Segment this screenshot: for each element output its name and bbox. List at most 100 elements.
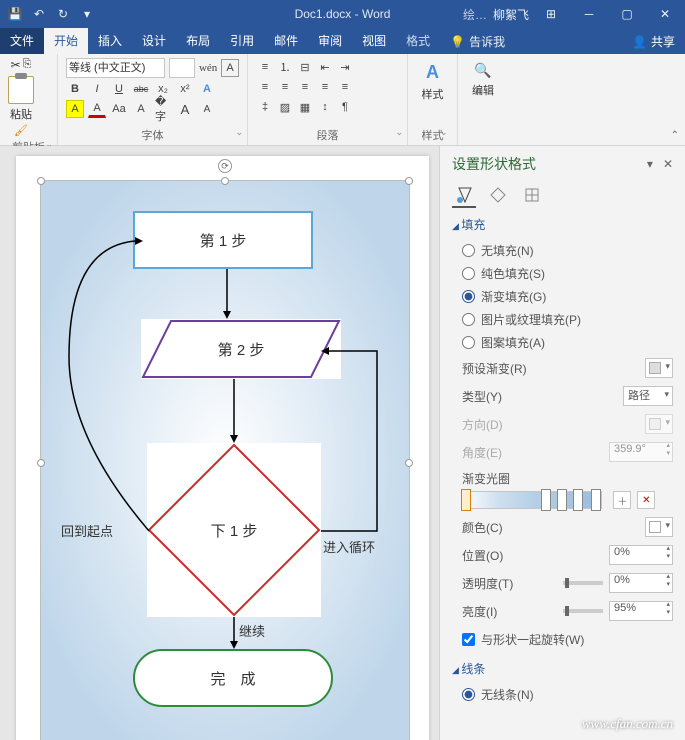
line-section-header[interactable]: 线条 <box>452 660 673 677</box>
show-marks-icon[interactable]: ¶ <box>336 98 354 116</box>
preset-gradient-picker[interactable] <box>645 358 673 378</box>
multilevel-icon[interactable]: ⊟ <box>296 58 314 76</box>
rotate-handle-icon[interactable]: ⟳ <box>218 159 232 173</box>
transparency-field[interactable]: 0% <box>609 573 673 593</box>
resize-handle[interactable] <box>37 177 45 185</box>
redo-icon[interactable]: ↻ <box>56 7 70 21</box>
brightness-field[interactable]: 95% <box>609 601 673 621</box>
fill-solid-radio[interactable]: 纯色填充(S) <box>452 262 673 285</box>
numbering-icon[interactable]: ⒈ <box>276 58 294 76</box>
text-effects-icon[interactable]: A <box>198 80 216 98</box>
shrink-a-icon[interactable]: A <box>198 100 216 118</box>
fill-line-icon[interactable] <box>452 184 476 208</box>
enclose-char-icon[interactable]: �字 <box>154 100 172 118</box>
tab-view[interactable]: 视图 <box>352 27 396 54</box>
resize-handle[interactable] <box>37 459 45 467</box>
resize-handle[interactable] <box>405 459 413 467</box>
size-props-icon[interactable] <box>520 184 544 208</box>
increase-indent-icon[interactable]: ⇥ <box>336 58 354 76</box>
gradient-stop[interactable] <box>461 489 471 511</box>
gradient-type-combo[interactable]: 路径 <box>623 386 673 406</box>
flowchart-terminator[interactable]: 完 成 <box>133 649 333 707</box>
connector-loop[interactable] <box>317 345 387 538</box>
copy-icon[interactable]: ⎘ <box>23 58 32 72</box>
align-center-icon[interactable]: ≡ <box>276 78 294 96</box>
gradient-angle-field[interactable]: 359.9° <box>609 442 673 462</box>
tab-file[interactable]: 文件 <box>0 27 44 54</box>
fill-picture-radio[interactable]: 图片或纹理填充(P) <box>452 308 673 331</box>
rotate-with-shape-check[interactable]: 与形状一起旋转(W) <box>452 625 673 652</box>
ribbon-options-icon[interactable]: ⊞ <box>535 7 567 21</box>
share-button[interactable]: 👤 共享 <box>622 33 685 54</box>
resize-handle[interactable] <box>405 177 413 185</box>
pane-close-icon[interactable]: ✕ <box>663 157 673 171</box>
char-border-icon[interactable]: A <box>221 59 239 77</box>
align-left-icon[interactable]: ≡ <box>256 78 274 96</box>
bullets-icon[interactable]: ≡ <box>256 58 274 76</box>
qat-dropdown-icon[interactable]: ▾ <box>80 7 94 21</box>
undo-icon[interactable]: ↶ <box>32 7 46 21</box>
strikethrough-button[interactable]: abc <box>132 80 150 98</box>
gradient-stop[interactable] <box>591 489 601 511</box>
gradient-stop[interactable] <box>573 489 583 511</box>
borders-icon[interactable]: ▦ <box>296 98 314 116</box>
char-shading-icon[interactable]: A <box>132 100 150 118</box>
justify-icon[interactable]: ≡ <box>316 78 334 96</box>
stop-color-picker[interactable] <box>645 517 673 537</box>
tab-format[interactable]: 格式 <box>396 27 440 54</box>
connector-arrow[interactable] <box>221 269 233 322</box>
save-icon[interactable]: 💾 <box>8 7 22 21</box>
gradient-direction-picker[interactable] <box>645 414 673 434</box>
flowchart-step2[interactable]: 第 2 步 <box>141 319 341 379</box>
fill-pattern-radio[interactable]: 图案填充(A) <box>452 331 673 354</box>
decrease-indent-icon[interactable]: ⇤ <box>316 58 334 76</box>
line-spacing-icon[interactable]: ‡ <box>256 98 274 116</box>
highlight-button[interactable]: A <box>66 100 84 118</box>
connector-curve-back[interactable] <box>59 237 159 540</box>
editing-button-label[interactable]: 编辑 <box>472 82 494 98</box>
find-icon[interactable]: 🔍 <box>471 58 495 82</box>
styles-icon[interactable]: A <box>419 58 447 86</box>
format-painter-icon[interactable]: 🖌 <box>14 124 28 137</box>
change-case-button[interactable]: Aa <box>110 100 128 118</box>
remove-stop-icon[interactable]: ✕ <box>637 491 655 509</box>
pane-menu-icon[interactable]: ▾ <box>647 157 653 171</box>
minimize-icon[interactable]: ─ <box>573 7 605 21</box>
fill-none-radio[interactable]: 无填充(N) <box>452 239 673 262</box>
restore-icon[interactable]: ▢ <box>611 7 643 21</box>
tab-insert[interactable]: 插入 <box>88 27 132 54</box>
transparency-slider[interactable] <box>563 581 603 585</box>
add-stop-icon[interactable]: ＋ <box>613 491 631 509</box>
collapse-ribbon-icon[interactable]: ⌃ <box>671 130 679 141</box>
fill-gradient-radio[interactable]: 渐变填充(G) <box>452 285 673 308</box>
shading-icon[interactable]: ▨ <box>276 98 294 116</box>
sort-icon[interactable]: ↕ <box>316 98 334 116</box>
tell-me[interactable]: 💡 告诉我 <box>444 33 511 54</box>
tab-review[interactable]: 审阅 <box>308 27 352 54</box>
canvas-selection[interactable]: ⟳ 第 1 步 第 2 步 下 1 步 <box>40 180 410 740</box>
tab-layout[interactable]: 布局 <box>176 27 220 54</box>
superscript-button[interactable]: x² <box>176 80 194 98</box>
styles-button-label[interactable]: 样式 <box>422 86 444 102</box>
font-size-combo[interactable] <box>169 58 195 78</box>
line-none-radio[interactable]: 无线条(N) <box>452 683 673 706</box>
tab-references[interactable]: 引用 <box>220 27 264 54</box>
connector-arrow[interactable] <box>228 379 240 446</box>
gradient-stop[interactable] <box>557 489 567 511</box>
font-color-button[interactable]: A <box>88 100 106 118</box>
font-name-combo[interactable]: 等线 (中文正文) <box>66 58 165 78</box>
align-right-icon[interactable]: ≡ <box>296 78 314 96</box>
resize-handle[interactable] <box>221 177 229 185</box>
flowchart-step1[interactable]: 第 1 步 <box>133 211 313 269</box>
cut-icon[interactable]: ✂ <box>11 58 21 72</box>
close-icon[interactable]: ✕ <box>649 7 681 21</box>
gradient-stop[interactable] <box>541 489 551 511</box>
distributed-icon[interactable]: ≡ <box>336 78 354 96</box>
italic-button[interactable]: I <box>88 80 106 98</box>
tab-mailings[interactable]: 邮件 <box>264 27 308 54</box>
gradient-stops-bar[interactable] <box>462 491 602 509</box>
bold-button[interactable]: B <box>66 80 84 98</box>
underline-button[interactable]: U <box>110 80 128 98</box>
stop-position-field[interactable]: 0% <box>609 545 673 565</box>
fill-section-header[interactable]: 填充 <box>452 216 673 233</box>
